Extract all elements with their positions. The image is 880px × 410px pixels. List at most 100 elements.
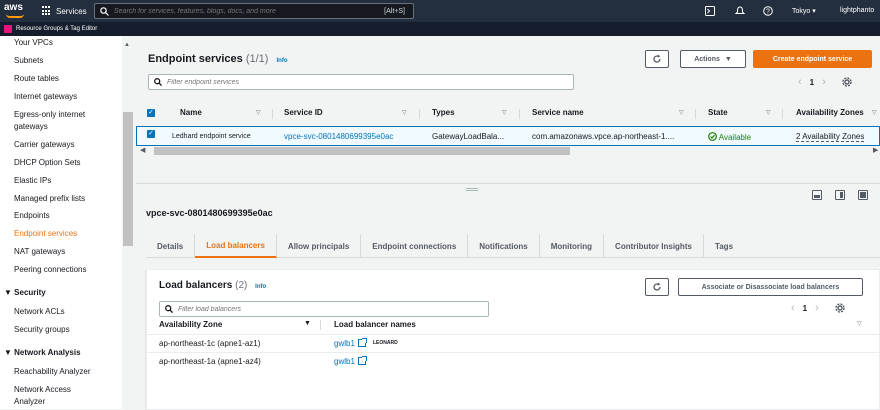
sidebar-section-network-analysis[interactable]: ▼ Network Analysis [4, 348, 81, 357]
sidebar-item-network-access-analyzer[interactable]: Network Access [14, 385, 71, 394]
sidebar-item-security-groups[interactable]: Security groups [14, 325, 70, 334]
refresh-button[interactable] [645, 50, 669, 68]
tab-monitoring[interactable]: Monitoring [540, 234, 605, 258]
column-header-availability-zones[interactable]: Availability Zones [796, 108, 864, 117]
actions-dropdown[interactable]: Actions ▼ [680, 50, 746, 68]
sidebar-section-security[interactable]: ▼ Security [4, 288, 46, 297]
global-search-input[interactable] [114, 7, 374, 15]
create-endpoint-service-button[interactable]: Create endpoint service [753, 50, 872, 68]
tab-details[interactable]: Details [146, 234, 196, 258]
column-header-state[interactable]: State [708, 108, 728, 117]
column-separator[interactable] [695, 109, 696, 119]
tab-allow-principals[interactable]: Allow principals [277, 234, 362, 258]
sidebar-item-endpoints[interactable]: Endpoints [14, 211, 50, 220]
sidebar-item-your-vpcs[interactable]: Your VPCs [14, 38, 53, 47]
sidebar-item-network-acls[interactable]: Network ACLs [14, 307, 65, 316]
caret-down-icon: ▾ [812, 8, 816, 15]
sort-icon[interactable]: ▽ [679, 109, 684, 116]
help-icon[interactable]: ? [763, 6, 773, 16]
global-search-box[interactable]: [Alt+S] [94, 3, 414, 19]
cell-service-id-link[interactable]: vpce-svc-0801480699395e0ac [284, 132, 393, 141]
tab-load-balancers[interactable]: Load balancers [195, 234, 277, 258]
horizontal-scrollbar-thumb[interactable] [154, 147, 570, 155]
lb-page-number[interactable]: 1 [803, 304, 807, 313]
endpoint-services-filter[interactable] [148, 74, 574, 90]
cell-lb-name[interactable]: gwlb1 [334, 338, 367, 348]
panel-side-icon[interactable] [835, 190, 845, 200]
panel-bottom-icon[interactable] [812, 190, 822, 200]
scroll-up-icon[interactable]: ▲ [124, 42, 130, 48]
column-separator[interactable] [272, 109, 273, 119]
sidebar-scrollbar-thumb[interactable] [123, 112, 133, 246]
panel-maximize-icon[interactable] [858, 190, 868, 200]
prev-page-icon[interactable]: ‹ [791, 302, 795, 314]
sidebar-item-subnets[interactable]: Subnets [14, 56, 43, 65]
cell-availability-zones[interactable]: 2 Availability Zones [796, 132, 865, 142]
lb-refresh-button[interactable] [645, 278, 669, 296]
page-number[interactable]: 1 [810, 78, 814, 87]
external-link-icon[interactable] [357, 338, 367, 347]
lb-info-link[interactable]: Info [255, 284, 266, 290]
associate-load-balancers-button[interactable]: Associate or Disassociate load balancers [678, 278, 863, 296]
sort-desc-icon[interactable]: ▼ [304, 320, 311, 327]
bell-icon[interactable] [735, 6, 745, 16]
sort-icon[interactable]: ▽ [872, 109, 877, 116]
column-header-lb-names[interactable]: Load balancer names [334, 320, 416, 329]
sidebar-item-egress-only-cont[interactable]: gateways [14, 122, 48, 131]
column-header-types[interactable]: Types [432, 108, 455, 117]
column-header-service-name[interactable]: Service name [532, 108, 584, 117]
scroll-right-icon[interactable]: ▶ [873, 146, 878, 154]
column-separator[interactable] [782, 109, 783, 119]
sidebar-item-route-tables[interactable]: Route tables [14, 74, 59, 83]
column-header-service-id[interactable]: Service ID [284, 108, 323, 117]
row-checkbox[interactable]: ✓ [147, 130, 155, 138]
sort-icon[interactable]: ▽ [502, 109, 507, 116]
column-separator[interactable] [519, 109, 520, 119]
sort-icon[interactable]: ▽ [256, 109, 261, 116]
tab-notifications[interactable]: Notifications [468, 234, 540, 258]
info-link[interactable]: Info [277, 58, 288, 64]
tab-endpoint-connections[interactable]: Endpoint connections [361, 234, 469, 258]
sidebar-item-dhcp-option-sets[interactable]: DHCP Option Sets [14, 158, 81, 167]
tab-contributor-insights[interactable]: Contributor Insights [604, 234, 704, 258]
column-separator[interactable] [320, 320, 321, 330]
sort-icon[interactable]: ▽ [857, 320, 862, 327]
resize-handle-icon[interactable] [466, 188, 478, 191]
sidebar-item-carrier-gateways[interactable]: Carrier gateways [14, 140, 74, 149]
services-menu-button[interactable]: Services [36, 3, 93, 19]
external-link-icon[interactable] [357, 356, 367, 365]
cloudshell-icon[interactable] [705, 6, 715, 16]
lb-name-link[interactable]: gwlb1 [334, 339, 355, 348]
sidebar-item-network-access-analyzer-cont[interactable]: Analyzer [14, 397, 45, 406]
lb-filter[interactable] [159, 301, 489, 317]
tab-tags[interactable]: Tags [704, 234, 744, 258]
sidebar-item-nat-gateways[interactable]: NAT gateways [14, 247, 65, 256]
lb-filter-input[interactable] [178, 305, 428, 313]
settings-gear-icon[interactable] [835, 303, 845, 313]
resource-groups-link[interactable]: Resource Groups & Tag Editor [16, 26, 97, 32]
cell-lb-name[interactable]: gwlb1 [334, 356, 367, 366]
settings-gear-icon[interactable] [842, 77, 852, 87]
account-menu[interactable]: lightphanto [840, 7, 874, 14]
aws-logo[interactable]: aws [4, 2, 30, 20]
lb-name-link[interactable]: gwlb1 [334, 357, 355, 366]
filter-input[interactable] [167, 78, 467, 86]
column-header-availability-zone[interactable]: Availability Zone [159, 320, 222, 329]
sort-icon[interactable]: ▽ [402, 109, 407, 116]
prev-page-icon[interactable]: ‹ [798, 76, 802, 88]
sidebar-item-elastic-ips[interactable]: Elastic IPs [14, 176, 51, 185]
sidebar-item-managed-prefix-lists[interactable]: Managed prefix lists [14, 194, 85, 203]
sidebar-item-endpoint-services[interactable]: Endpoint services [14, 229, 77, 238]
sidebar-item-reachability-analyzer[interactable]: Reachability Analyzer [14, 367, 90, 376]
sort-icon[interactable]: ▽ [766, 109, 771, 116]
sidebar-item-internet-gateways[interactable]: Internet gateways [14, 92, 77, 101]
next-page-icon[interactable]: › [822, 76, 826, 88]
select-all-checkbox[interactable]: ✓ [147, 109, 155, 117]
column-separator[interactable] [419, 109, 420, 119]
region-selector[interactable]: Tokyo ▾ [792, 7, 816, 15]
next-page-icon[interactable]: › [815, 302, 819, 314]
scroll-left-icon[interactable]: ◀ [140, 146, 145, 154]
column-header-name[interactable]: Name [180, 108, 202, 117]
sidebar-item-egress-only[interactable]: Egress-only internet [14, 110, 85, 119]
sidebar-item-peering-connections[interactable]: Peering connections [14, 265, 87, 274]
